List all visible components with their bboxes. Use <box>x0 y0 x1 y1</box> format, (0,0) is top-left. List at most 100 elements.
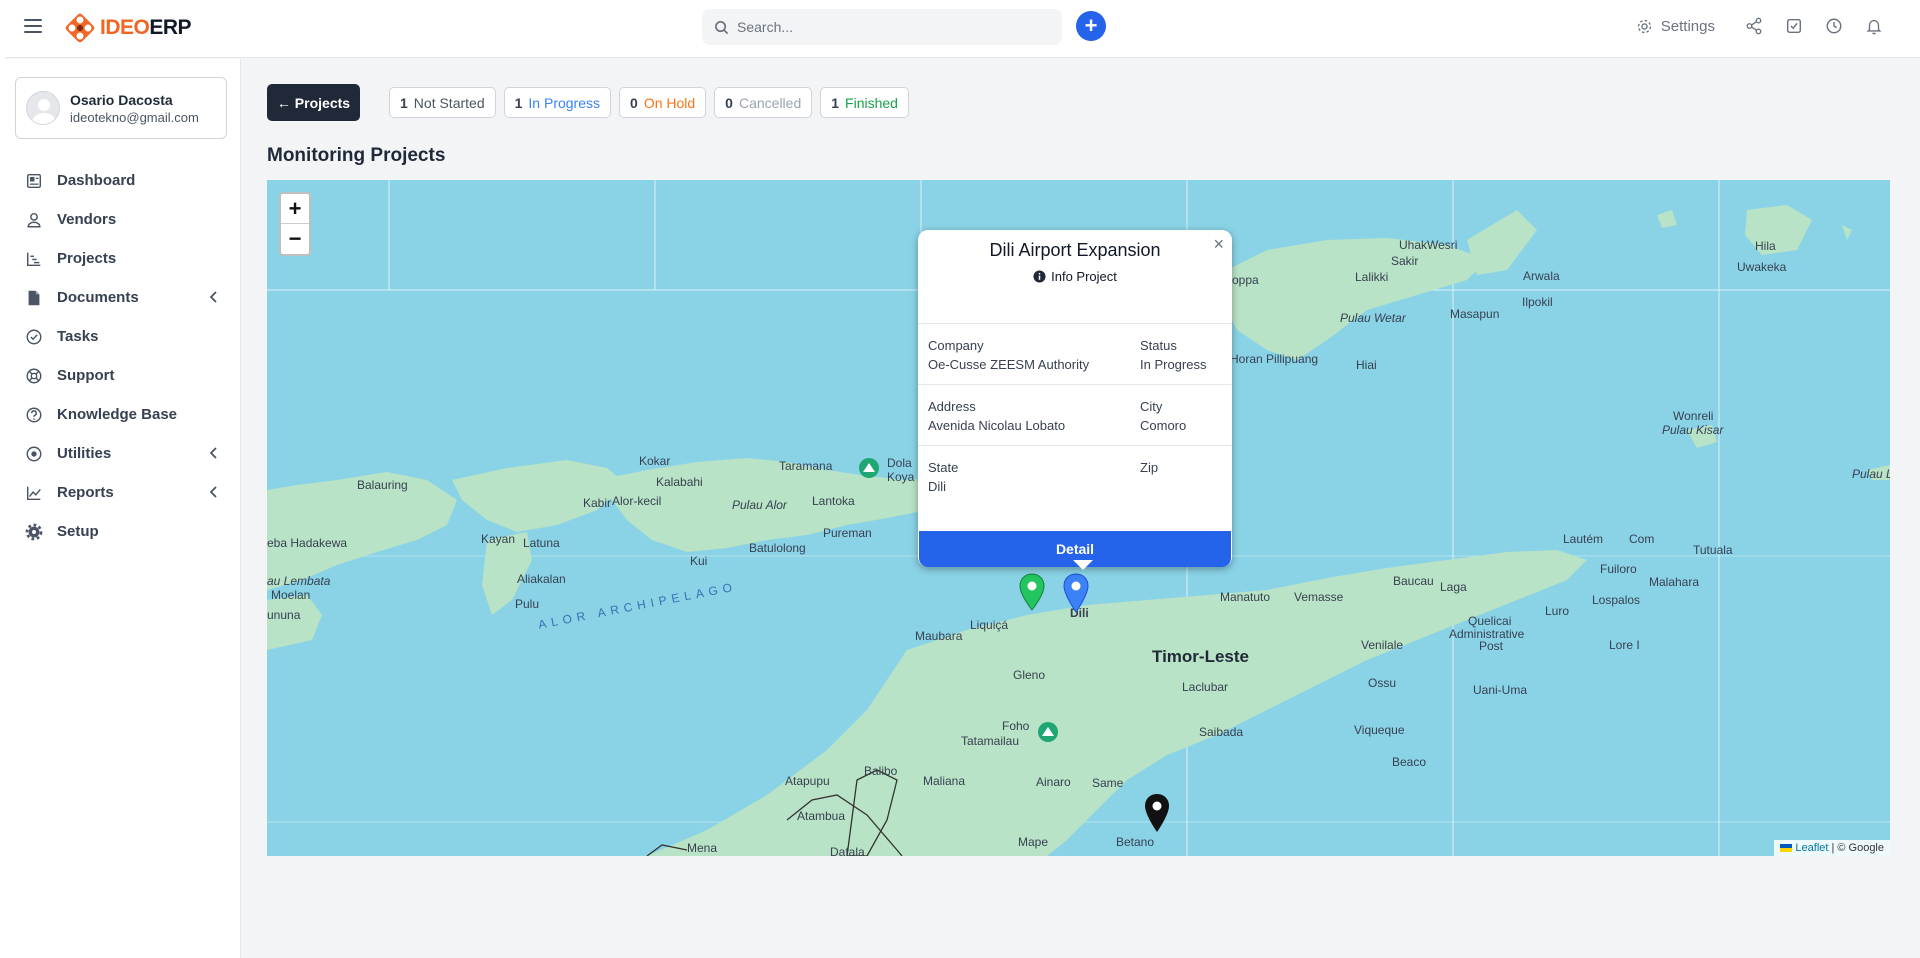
settings-button[interactable]: Settings <box>1636 18 1715 35</box>
map-label: Kayan <box>481 532 516 546</box>
search-input[interactable] <box>737 19 1037 35</box>
popup-row: Company Oe-Cusse ZEESM Authority Status In… <box>918 323 1232 384</box>
chart-icon <box>26 252 41 266</box>
bell-icon[interactable] <box>1865 17 1883 35</box>
settings-label: Settings <box>1660 17 1715 35</box>
sidebar-item-setup[interactable]: Setup <box>5 512 241 551</box>
sidebar-item-label: Utilities <box>57 445 112 462</box>
sidebar-item-utilities[interactable]: Utilities <box>5 434 241 473</box>
sidebar-item-vendors[interactable]: Vendors <box>5 200 241 239</box>
status-finished[interactable]: 1 Finished <box>820 87 909 118</box>
map-label: Wonreli <box>1673 409 1714 423</box>
sidebar-item-reports[interactable]: Reports <box>5 473 241 512</box>
sidebar-nav: Dashboard Vendors Projects Documents Tas… <box>5 161 241 551</box>
map-label: Mape <box>1018 835 1049 849</box>
popup-title: Dili Airport Expansion <box>989 240 1161 260</box>
city-label: City <box>1140 399 1163 414</box>
map-label: Beaco <box>1392 755 1427 769</box>
status-filters: 1 Not Started 1 In Progress 0 On Hold 0 Canc… <box>389 87 909 118</box>
map-label: Lore I <box>1609 638 1640 652</box>
chevron-left-icon[interactable] <box>209 447 219 459</box>
map-label: Wesri <box>1427 238 1458 252</box>
cog-icon <box>25 523 43 540</box>
map-label: Balibo <box>864 764 898 778</box>
map-marker-finished-icon[interactable] <box>1019 573 1045 611</box>
leaflet-link[interactable]: Leaflet <box>1795 842 1828 854</box>
gear-icon <box>1637 19 1651 33</box>
sidebar-item-projects[interactable]: Projects <box>5 239 241 278</box>
map-label: Tatamailau <box>961 734 1020 748</box>
map-label: au Lembata <box>267 574 331 588</box>
sidebar-item-support[interactable]: Support <box>5 356 241 395</box>
map-attribution: Leaflet | © Google <box>1774 840 1890 856</box>
search-box[interactable] <box>702 9 1062 45</box>
map-label: Uani-Uma <box>1473 683 1528 697</box>
sidebar-item-label: Vendors <box>57 211 117 228</box>
user-card[interactable]: Osario Dacosta ideotekno@gmail.com <box>15 77 227 139</box>
status-in-progress[interactable]: 1 In Progress <box>503 87 612 118</box>
map-label: Dola <box>887 456 912 470</box>
map-label: Pulau L <box>1852 467 1890 481</box>
map-label: Latuna <box>523 536 560 550</box>
map-label: Arwala <box>1523 269 1560 283</box>
map-label: Hiai <box>1356 358 1377 372</box>
zoom-in-button[interactable]: + <box>281 194 309 224</box>
add-button[interactable]: + <box>1076 11 1106 41</box>
flag-icon <box>1780 844 1793 852</box>
status-label: Status <box>1140 338 1177 353</box>
sidebar-item-dashboard[interactable]: Dashboard <box>5 161 241 200</box>
map-label: Lantoka <box>812 494 855 508</box>
back-to-projects-button[interactable]: ← Projects <box>267 84 360 121</box>
logo[interactable]: IDEOERP <box>63 11 192 45</box>
sidebar-item-knowledge-base[interactable]: Knowledge Base <box>5 395 241 434</box>
map-label: Kabir <box>583 496 612 510</box>
top-bar: IDEOERP + Settings <box>5 0 1920 58</box>
map-label: Pureman <box>823 526 872 540</box>
map-label: Aliakalan <box>517 572 566 586</box>
popup-tip <box>1073 560 1093 570</box>
share-icon[interactable] <box>1745 17 1763 35</box>
avatar <box>26 91 60 125</box>
plus-icon: + <box>1084 13 1098 38</box>
status-not-started[interactable]: 1 Not Started <box>389 87 496 118</box>
map-label: Saibada <box>1199 725 1244 739</box>
sidebar-item-label: Support <box>57 367 115 384</box>
map-label: Atapupu <box>785 774 830 788</box>
map-label: eba Hadakewa <box>267 536 348 550</box>
status-cancelled[interactable]: 0 Cancelled <box>714 87 813 118</box>
map-label: Ilpokil <box>1522 295 1553 309</box>
map-label: Hila <box>1755 239 1776 253</box>
map-label: Koya <box>887 470 915 484</box>
checkbox-icon[interactable] <box>1785 17 1803 35</box>
map-label: Kui <box>690 554 708 568</box>
chevron-left-icon[interactable] <box>209 486 219 498</box>
sidebar-item-tasks[interactable]: Tasks <box>5 317 241 356</box>
map-label: Maliana <box>923 774 966 788</box>
map-label: Tutuala <box>1693 543 1733 557</box>
sidebar-item-documents[interactable]: Documents <box>5 278 241 317</box>
sidebar-item-label: Tasks <box>57 328 99 345</box>
dashboard-icon <box>26 173 42 188</box>
map-label: Quelicai <box>1468 614 1512 628</box>
map-label: Baucau <box>1393 574 1434 588</box>
map-label: Fuiloro <box>1600 562 1637 576</box>
project-map[interactable]: + − Balauring Kokar Kalabahi Taramana Do… <box>267 180 1890 856</box>
chevron-left-icon[interactable] <box>209 291 219 303</box>
map-label: Pulau Wetar <box>1340 311 1406 325</box>
map-label: Viqueque <box>1354 723 1405 737</box>
map-label: Pulau Alor <box>732 498 787 512</box>
map-label: Venilale <box>1361 638 1404 652</box>
state-value: Dili <box>928 479 947 494</box>
menu-icon[interactable] <box>24 19 42 33</box>
zoom-out-button[interactable]: − <box>281 224 309 254</box>
map-label: Gleno <box>1013 668 1046 682</box>
sidebar-item-label: Knowledge Base <box>57 406 178 423</box>
map-label: Laclubar <box>1182 680 1229 694</box>
popup-details: Company Oe-Cusse ZEESM Authority Status In… <box>918 323 1232 506</box>
status-on-hold[interactable]: 0 On Hold <box>619 87 707 118</box>
map-marker-in-progress-icon[interactable] <box>1063 573 1089 613</box>
main-content: ← Projects 1 Not Started 1 In Progress 0 On… <box>242 59 1920 958</box>
clock-icon[interactable] <box>1825 17 1843 35</box>
map-marker-not-started-icon[interactable] <box>1144 793 1170 833</box>
map-label: Lalikki <box>1355 270 1389 284</box>
